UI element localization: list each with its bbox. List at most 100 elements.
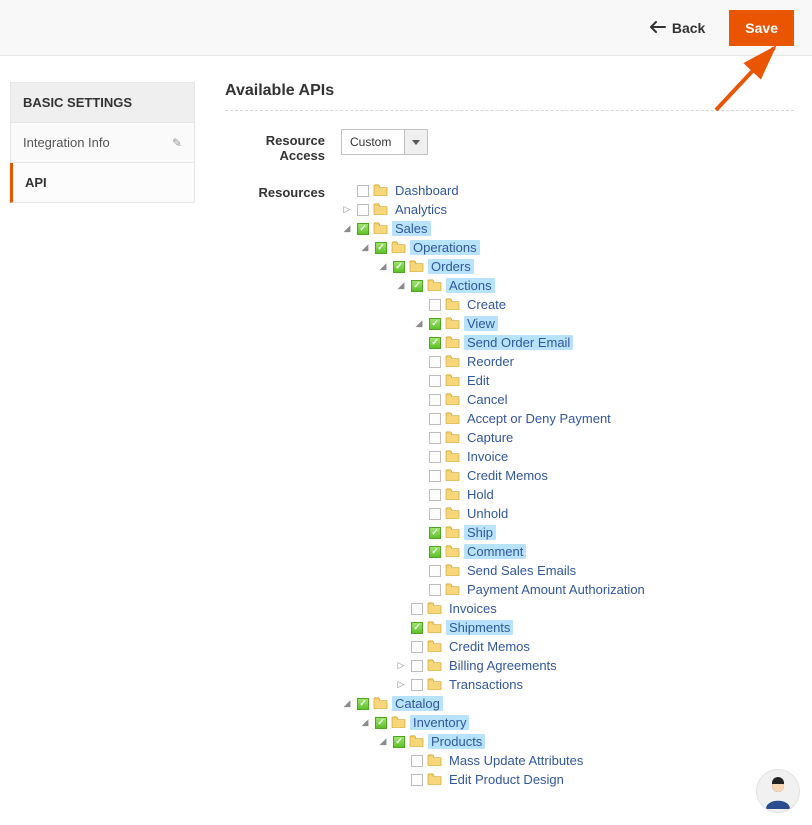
tree-checkbox[interactable] [429,470,441,482]
save-button[interactable]: Save [729,10,794,46]
tree-node[interactable]: Edit Product Design [395,770,648,789]
tree-node[interactable]: Dashboard [341,181,648,200]
resource-access-select[interactable]: Custom [341,129,428,155]
tree-node[interactable]: ◢Catalog [341,694,648,713]
tree-node[interactable]: ◢Operations [359,238,648,257]
tree-checkbox[interactable] [357,223,369,235]
tree-label: Transactions [446,677,526,692]
folder-icon [445,468,460,484]
tree-node[interactable]: ◢Products [377,732,648,751]
folder-icon [427,658,442,674]
tree-node[interactable]: Reorder [413,352,648,371]
tree-expand-open-icon[interactable]: ◢ [359,717,371,728]
tree-expand-open-icon[interactable]: ◢ [377,736,389,747]
tree-node[interactable]: ◢Actions [395,276,648,295]
back-button[interactable]: Back [640,14,715,42]
tree-node[interactable]: Hold [413,485,648,504]
tree-node[interactable]: Unhold [413,504,648,523]
sidebar-item-api[interactable]: API [10,163,195,203]
folder-icon [427,677,442,693]
tree-checkbox[interactable] [429,299,441,311]
folder-icon [445,544,460,560]
section-title: Available APIs [225,82,794,111]
folder-icon [445,316,460,332]
tree-node[interactable]: Shipments [395,618,648,637]
tree-checkbox[interactable] [411,755,423,767]
tree-node[interactable]: Invoices [395,599,648,618]
tree-checkbox[interactable] [429,337,441,349]
tree-checkbox[interactable] [357,204,369,216]
tree-checkbox[interactable] [411,622,423,634]
tree-checkbox[interactable] [429,375,441,387]
tree-node[interactable]: ◢Inventory [359,713,648,732]
tree-node[interactable]: Ship [413,523,648,542]
tree-node[interactable]: Send Sales Emails [413,561,648,580]
tree-label: Orders [428,259,474,274]
tree-node[interactable]: ▷ Transactions [395,675,648,694]
tree-checkbox[interactable] [375,717,387,729]
tree-node[interactable]: Cancel [413,390,648,409]
tree-checkbox[interactable] [393,261,405,273]
tree-checkbox[interactable] [411,603,423,615]
tree-expand-open-icon[interactable]: ◢ [413,318,425,329]
tree-node[interactable]: Credit Memos [395,637,648,656]
tree-label: View [464,316,498,331]
tree-checkbox[interactable] [429,451,441,463]
select-toggle[interactable] [405,129,428,155]
tree-node[interactable]: ◢Sales [341,219,648,238]
tree-node[interactable]: ▷Analytics [341,200,648,219]
folder-icon [445,487,460,503]
tree-node[interactable]: Capture [413,428,648,447]
tree-label: Capture [464,430,516,445]
tree-checkbox[interactable] [375,242,387,254]
tree-node[interactable]: Create [413,295,648,314]
tree-checkbox[interactable] [429,508,441,520]
tree-expand-open-icon[interactable]: ◢ [341,698,353,709]
tree-node[interactable]: ▷ Billing Agreements [395,656,648,675]
tree-checkbox[interactable] [357,698,369,710]
tree-checkbox[interactable] [411,280,423,292]
sidebar-item-integration-info[interactable]: Integration Info✎ [10,123,195,163]
tree-expand-closed-icon[interactable]: ▷ [341,204,353,215]
tree-checkbox[interactable] [411,774,423,786]
tree-label: Unhold [464,506,511,521]
tree-checkbox[interactable] [429,584,441,596]
tree-checkbox[interactable] [429,318,441,330]
folder-icon [427,639,442,655]
tree-checkbox[interactable] [429,394,441,406]
tree-checkbox[interactable] [429,356,441,368]
folder-icon [445,354,460,370]
tree-checkbox[interactable] [429,527,441,539]
tree-expand-open-icon[interactable]: ◢ [395,280,407,291]
tree-node[interactable]: Credit Memos [413,466,648,485]
tree-checkbox[interactable] [393,736,405,748]
tree-node[interactable]: ◢ View [413,314,648,333]
tree-node[interactable]: ◢ Orders [377,257,648,276]
tree-checkbox[interactable] [429,489,441,501]
tree-expand-open-icon[interactable]: ◢ [359,242,371,253]
tree-expand-open-icon[interactable]: ◢ [377,261,389,272]
tree-checkbox[interactable] [411,679,423,691]
tree-label: Billing Agreements [446,658,560,673]
tree-node[interactable]: Mass Update Attributes [395,751,648,770]
tree-node[interactable]: Send Order Email [413,333,648,352]
tree-node[interactable]: Accept or Deny Payment [413,409,648,428]
tree-expand-open-icon[interactable]: ◢ [341,223,353,234]
tree-checkbox[interactable] [429,546,441,558]
tree-checkbox[interactable] [411,660,423,672]
tree-checkbox[interactable] [429,413,441,425]
tree-checkbox[interactable] [357,185,369,197]
tree-checkbox[interactable] [429,432,441,444]
tree-expand-closed-icon[interactable]: ▷ [395,679,407,690]
tree-label: Cancel [464,392,510,407]
tree-checkbox[interactable] [429,565,441,577]
tree-expand-closed-icon[interactable]: ▷ [395,660,407,671]
tree-label: Reorder [464,354,517,369]
tree-node[interactable]: Comment [413,542,648,561]
assistant-avatar[interactable] [756,769,800,813]
folder-icon [427,753,442,769]
tree-node[interactable]: Invoice [413,447,648,466]
tree-node[interactable]: Payment Amount Authorization [413,580,648,599]
tree-checkbox[interactable] [411,641,423,653]
tree-node[interactable]: Edit [413,371,648,390]
